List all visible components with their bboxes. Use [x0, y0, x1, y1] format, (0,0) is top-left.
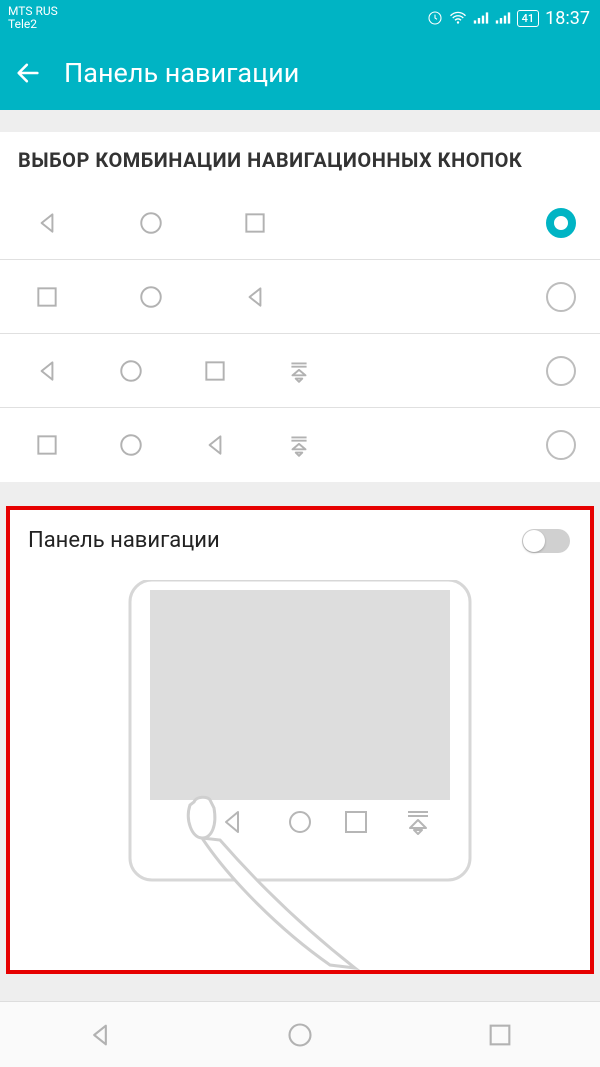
- battery-icon: 41: [517, 10, 540, 27]
- collapse-icon: [286, 358, 312, 384]
- home-icon: [118, 358, 144, 384]
- nav-combo-list: [0, 186, 600, 482]
- home-icon: [138, 210, 164, 236]
- clock-icon: [427, 10, 443, 26]
- signal-2-icon: [495, 11, 511, 25]
- home-icon: [138, 284, 164, 310]
- app-bar: Панель навигации: [0, 36, 600, 110]
- signal-1-icon: [473, 11, 489, 25]
- back-button[interactable]: [14, 59, 64, 87]
- status-bar: MTS RUS Tele2 41 18:37: [0, 0, 600, 36]
- back-icon: [202, 432, 228, 458]
- toggle-off-icon[interactable]: [522, 529, 570, 553]
- nav-panel-illustration: [120, 580, 480, 970]
- system-nav-bar: [0, 1001, 600, 1067]
- nav-combo-option-2[interactable]: [0, 260, 600, 334]
- recent-icon: [34, 284, 60, 310]
- system-back-button[interactable]: [86, 1021, 114, 1049]
- nav-panel-toggle-row[interactable]: Панель навигации: [10, 510, 590, 559]
- home-icon: [118, 432, 144, 458]
- carrier-labels: MTS RUS Tele2: [8, 5, 58, 31]
- recent-icon: [242, 210, 268, 236]
- carrier-2: Tele2: [8, 18, 58, 31]
- wifi-icon: [449, 10, 467, 26]
- system-home-button[interactable]: [286, 1021, 314, 1049]
- nav-combo-option-3[interactable]: [0, 334, 600, 408]
- system-recent-button[interactable]: [486, 1021, 514, 1049]
- back-icon: [34, 210, 60, 236]
- nav-panel-toggle-label: Панель навигации: [28, 528, 220, 553]
- nav-panel-section-highlighted: Панель навигации: [6, 506, 594, 974]
- radio-icon: [546, 356, 576, 386]
- radio-selected-icon: [546, 208, 576, 238]
- status-time: 18:37: [545, 8, 590, 29]
- collapse-icon: [286, 432, 312, 458]
- recent-icon: [34, 432, 60, 458]
- page-title: Панель навигации: [64, 57, 299, 89]
- battery-level: 41: [522, 12, 535, 25]
- recent-icon: [202, 358, 228, 384]
- section-header: ВЫБОР КОМБИНАЦИИ НАВИГАЦИОННЫХ КНОПОК: [0, 132, 600, 186]
- radio-icon: [546, 282, 576, 312]
- back-icon: [242, 284, 268, 310]
- back-icon: [34, 358, 60, 384]
- nav-combo-option-1[interactable]: [0, 186, 600, 260]
- radio-icon: [546, 430, 576, 460]
- status-icons: 41 18:37: [427, 8, 590, 29]
- nav-combo-option-4[interactable]: [0, 408, 600, 482]
